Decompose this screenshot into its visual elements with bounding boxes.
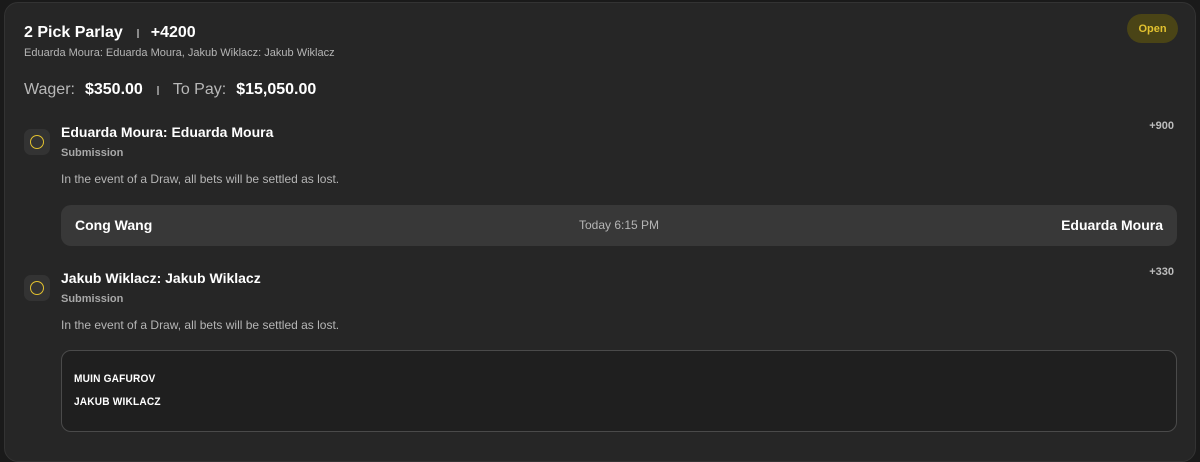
divider (136, 28, 139, 38)
parlay-odds: +4200 (150, 24, 196, 41)
bet-selections: Eduarda Moura: Eduarda Moura, Jakub Wikl… (24, 47, 335, 59)
matchup-panel[interactable]: Cong Wang Today 6:15 PM Eduarda Moura (61, 205, 1177, 246)
bet-header: 2 Pick Parlay +4200 (24, 24, 196, 42)
bet-title: 2 Pick Parlay (24, 24, 123, 41)
wager-label: Wager: (24, 81, 75, 98)
parlay-card: 2 Pick Parlay +4200 Eduarda Moura: Eduar… (4, 2, 1196, 462)
wager-value: $350.00 (84, 81, 143, 98)
leg-bet-type: Submission (61, 147, 124, 159)
leg-odds: +900 (1149, 120, 1174, 132)
fighter-b: Eduarda Moura (1061, 217, 1163, 233)
leg-title: Eduarda Moura: Eduarda Moura (61, 124, 274, 140)
fighter-b: JAKUB WIKLACZ (74, 396, 161, 408)
matchup-panel[interactable]: MUIN GAFUROV JAKUB WIKLACZ (61, 350, 1177, 432)
leg-bet-type: Submission (61, 293, 124, 305)
circle-outline-icon (24, 129, 50, 155)
to-pay-label: To Pay: (172, 81, 227, 98)
leg-rules-note: In the event of a Draw, all bets will be… (61, 172, 340, 186)
fighter-a: MUIN GAFUROV (74, 373, 156, 385)
wager-summary: Wager: $350.00 To Pay: $15,050.00 (24, 81, 316, 99)
to-pay-value: $15,050.00 (236, 81, 317, 98)
status-badge: Open (1127, 14, 1178, 43)
event-time: Today 6:15 PM (578, 218, 660, 232)
leg-title: Jakub Wiklacz: Jakub Wiklacz (61, 270, 261, 286)
leg-odds: +330 (1149, 266, 1174, 278)
divider (156, 85, 159, 95)
circle-outline-icon (24, 275, 50, 301)
leg-rules-note: In the event of a Draw, all bets will be… (61, 318, 340, 332)
